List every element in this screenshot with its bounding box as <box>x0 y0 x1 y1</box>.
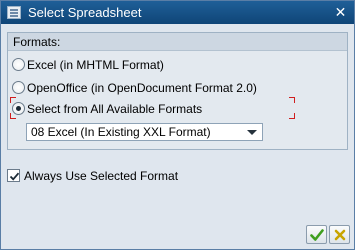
cancel-button[interactable] <box>329 225 350 244</box>
focus-marker <box>289 113 295 119</box>
radio-button-icon[interactable] <box>12 58 25 71</box>
focus-marker <box>289 97 295 103</box>
always-use-format-label: Always Use Selected Format <box>24 169 179 183</box>
radio-button-checked-icon[interactable] <box>12 102 25 115</box>
radio-button-icon[interactable] <box>12 81 25 94</box>
formats-group-header: Formats: <box>8 33 347 51</box>
confirm-button[interactable] <box>306 225 327 244</box>
format-dropdown-value: 08 Excel (In Existing XXL Format) <box>31 125 211 139</box>
close-icon[interactable]: ✕ <box>332 4 349 21</box>
format-dropdown[interactable]: 08 Excel (In Existing XXL Format) <box>26 123 263 141</box>
select-spreadsheet-dialog: Select Spreadsheet ✕ Formats: Excel (in … <box>0 0 355 250</box>
radio-openoffice-label: OpenOffice (in OpenDocument Format 2.0) <box>27 81 257 95</box>
checkmark-icon <box>310 229 324 241</box>
app-window-icon <box>7 6 21 19</box>
checkbox-checked-icon[interactable] <box>7 169 20 182</box>
title-bar: Select Spreadsheet ✕ <box>1 1 354 24</box>
radio-excel-mhtml-label: Excel (in MHTML Format) <box>27 58 164 72</box>
cancel-x-icon <box>334 229 346 241</box>
chevron-down-icon[interactable] <box>247 130 257 135</box>
radio-select-all-formats-label: Select from All Available Formats <box>27 102 203 116</box>
formats-group-title: Formats: <box>13 35 61 49</box>
window-title: Select Spreadsheet <box>28 5 142 20</box>
formats-group: Formats: Excel (in MHTML Format) OpenOff… <box>7 32 348 150</box>
